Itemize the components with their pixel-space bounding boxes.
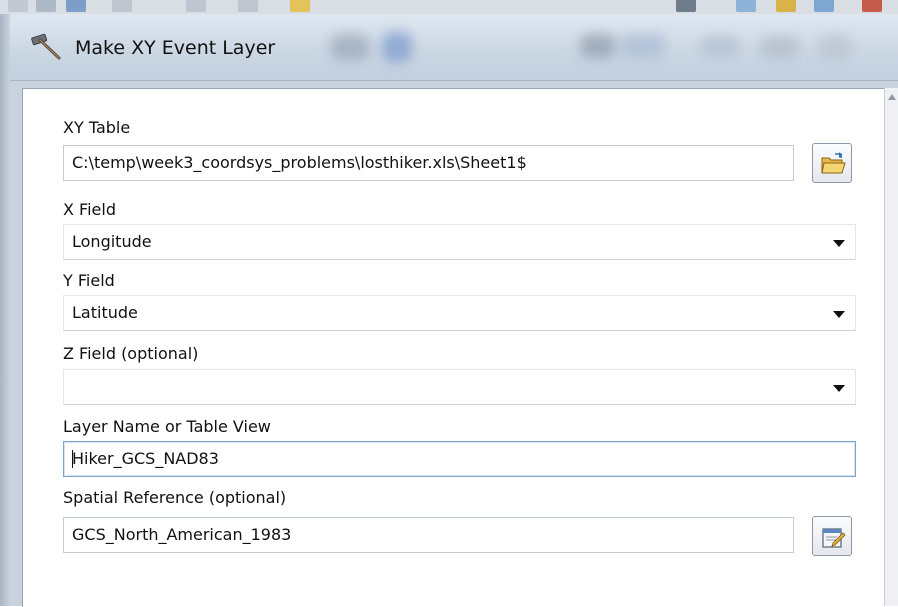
blurred-background [580, 34, 616, 58]
toolbar-icon[interactable] [736, 0, 756, 12]
y-field-select[interactable]: Latitude [63, 295, 856, 331]
window-left-edge [0, 14, 10, 606]
x-field-select[interactable]: Longitude [63, 224, 856, 260]
layer-name-label: Layer Name or Table View [63, 417, 271, 436]
blurred-background [818, 34, 852, 60]
open-folder-icon [821, 152, 846, 174]
spatial-reference-properties-button[interactable] [812, 516, 852, 556]
blurred-background [330, 34, 370, 60]
chevron-down-icon[interactable] [833, 311, 845, 318]
layer-name-input[interactable]: Hiker_GCS_NAD83 [63, 441, 856, 477]
toolbar-icon[interactable] [814, 0, 834, 12]
xy-table-browse-button[interactable] [812, 143, 852, 183]
xy-table-label: XY Table [63, 118, 131, 137]
toolbar-icon[interactable] [8, 0, 28, 12]
spatial-reference-input[interactable]: GCS_North_American_1983 [63, 517, 794, 553]
text-cursor [72, 449, 73, 468]
toolbar-icon[interactable] [862, 0, 882, 12]
toolbar-icon[interactable] [186, 0, 206, 12]
app-toolbar-strip [0, 0, 898, 15]
scrollbar[interactable] [884, 88, 898, 606]
z-field-select[interactable] [63, 369, 856, 405]
y-field-label: Y Field [63, 271, 115, 290]
x-field-value: Longitude [72, 232, 152, 251]
blurred-background [620, 34, 666, 58]
spatial-reference-label: Spatial Reference (optional) [63, 488, 287, 507]
dialog-title: Make XY Event Layer [75, 37, 276, 59]
toolbar-icon[interactable] [290, 0, 310, 12]
y-field-value: Latitude [72, 303, 138, 322]
blurred-background [700, 36, 740, 56]
blurred-background [382, 32, 412, 62]
dialog-titlebar[interactable]: Make XY Event Layer [10, 14, 898, 81]
toolbar-icon[interactable] [66, 0, 86, 12]
chevron-down-icon[interactable] [833, 240, 845, 247]
z-field-label: Z Field (optional) [63, 344, 199, 363]
toolbar-icon[interactable] [36, 0, 56, 12]
scroll-up-arrow-icon[interactable] [888, 94, 896, 100]
spatial-reference-properties-icon [822, 528, 846, 548]
toolbar-icon[interactable] [112, 0, 132, 12]
blurred-background [760, 36, 800, 58]
x-field-label: X Field [63, 200, 116, 219]
toolbar-icon[interactable] [676, 0, 696, 12]
xy-table-input[interactable]: C:\temp\week3_coordsys_problems\losthike… [63, 145, 794, 181]
toolbar-icon[interactable] [776, 0, 796, 12]
chevron-down-icon[interactable] [833, 385, 845, 392]
layer-name-value: Hiker_GCS_NAD83 [72, 449, 219, 468]
toolbar-icon[interactable] [238, 0, 258, 12]
hammer-icon [30, 33, 62, 61]
